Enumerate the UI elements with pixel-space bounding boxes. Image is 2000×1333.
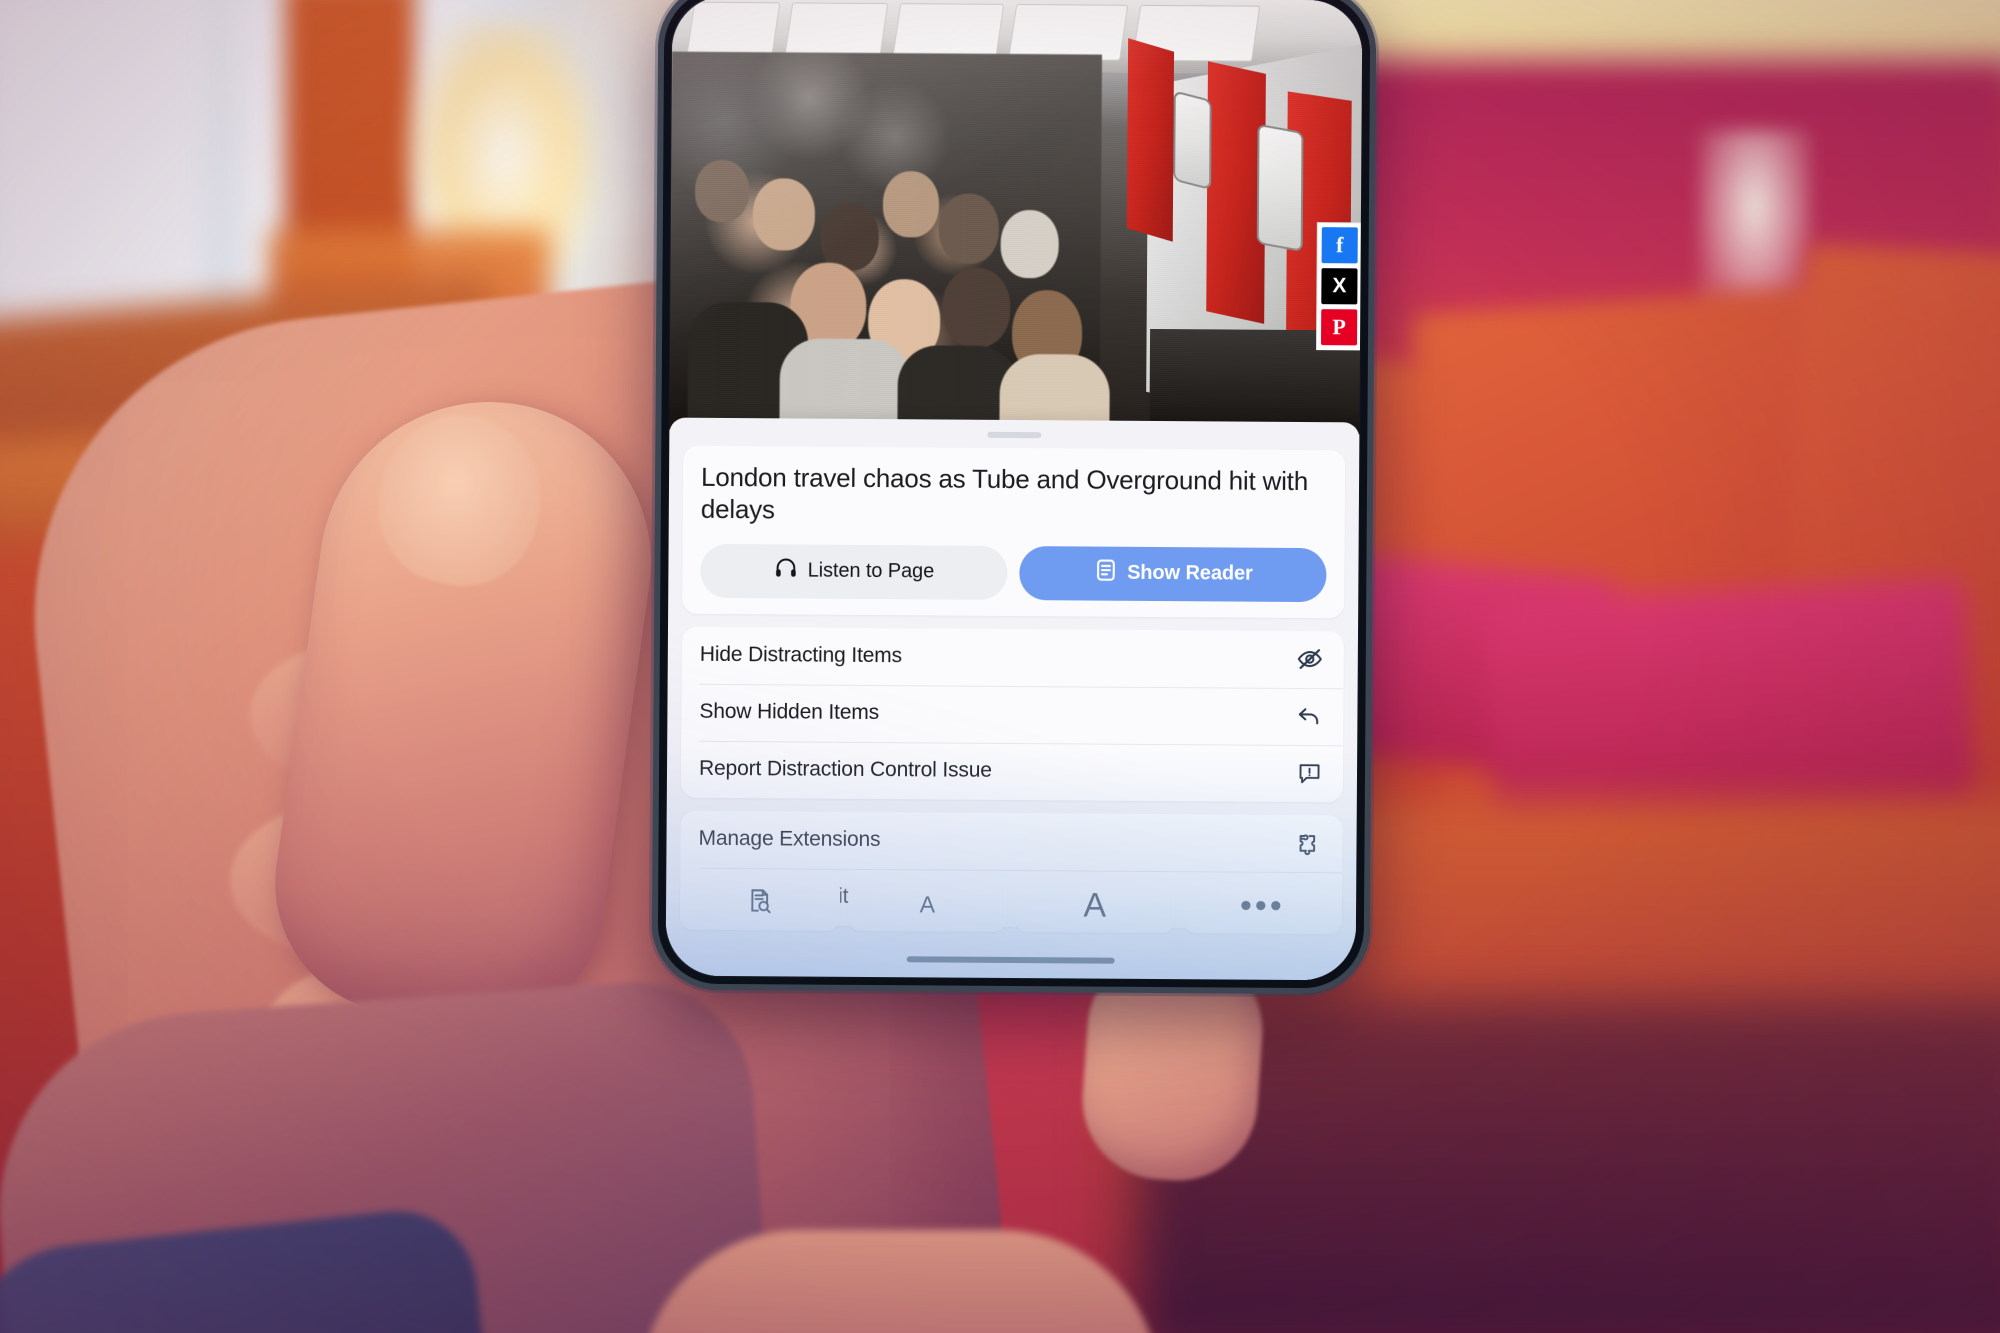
menu-item-label: Show Hidden Items	[699, 700, 880, 725]
large-a-icon: A	[1083, 885, 1107, 925]
phone-screen[interactable]: f X P London travel chaos as Tube and Ov…	[665, 0, 1363, 981]
photo-grain	[669, 0, 1363, 435]
increase-text-size-button[interactable]: A	[1014, 878, 1175, 934]
eye-slash-icon	[1294, 643, 1326, 675]
sheet-grabber-handle[interactable]	[987, 431, 1042, 439]
more-options-button[interactable]: •••	[1182, 879, 1343, 935]
menu-item-report-distraction-control-issue[interactable]: Report Distraction Control Issue	[681, 741, 1343, 803]
browser-bottom-toolbar: A A •••	[679, 875, 1343, 935]
menu-item-show-hidden-items[interactable]: Show Hidden Items	[681, 684, 1343, 746]
menu-item-manage-extensions[interactable]: Manage Extensions	[680, 811, 1342, 873]
show-reader-label: Show Reader	[1127, 562, 1253, 586]
social-share-rail[interactable]: f X P	[1315, 222, 1361, 351]
ellipsis-icon: •••	[1239, 886, 1285, 926]
speech-bubble-exclamation-icon	[1293, 757, 1325, 789]
distraction-control-group: Hide Distracting Items Show Hidden Items	[680, 626, 1345, 803]
photograph-scene: f X P London travel chaos as Tube and Ov…	[0, 0, 2000, 1333]
listen-to-page-label: Listen to Page	[807, 559, 935, 583]
puzzle-piece-icon	[1292, 827, 1324, 859]
primary-action-row: Listen to Page Show Reader	[700, 543, 1327, 603]
menu-item-hide-distracting-items[interactable]: Hide Distracting Items	[682, 627, 1344, 689]
undo-arrow-icon	[1293, 700, 1325, 732]
menu-item-label: Report Distraction Control Issue	[698, 757, 992, 783]
page-title: London travel chaos as Tube and Overgrou…	[700, 461, 1309, 525]
small-a-icon: A	[919, 890, 936, 917]
pinterest-share-button[interactable]: P	[1321, 309, 1358, 346]
page-header-card: London travel chaos as Tube and Overgrou…	[682, 445, 1346, 619]
headphones-icon	[774, 556, 799, 587]
menu-item-label: Manage Extensions	[698, 827, 881, 852]
menu-item-label: Hide Distracting Items	[699, 643, 903, 668]
show-reader-button[interactable]: Show Reader	[1019, 545, 1327, 603]
home-indicator[interactable]	[906, 956, 1115, 964]
smartphone: f X P London travel chaos as Tube and Ov…	[651, 0, 1377, 995]
find-on-page-button[interactable]	[679, 875, 840, 931]
decrease-text-size-button[interactable]: A	[847, 876, 1008, 932]
article-hero-photo: f X P	[669, 0, 1363, 435]
reader-document-icon	[1093, 558, 1118, 589]
document-search-icon	[745, 886, 774, 920]
browser-action-sheet: London travel chaos as Tube and Overgrou…	[665, 417, 1360, 981]
listen-to-page-button[interactable]: Listen to Page	[700, 543, 1008, 600]
facebook-share-button[interactable]: f	[1321, 227, 1358, 264]
x-share-button[interactable]: X	[1321, 268, 1358, 305]
